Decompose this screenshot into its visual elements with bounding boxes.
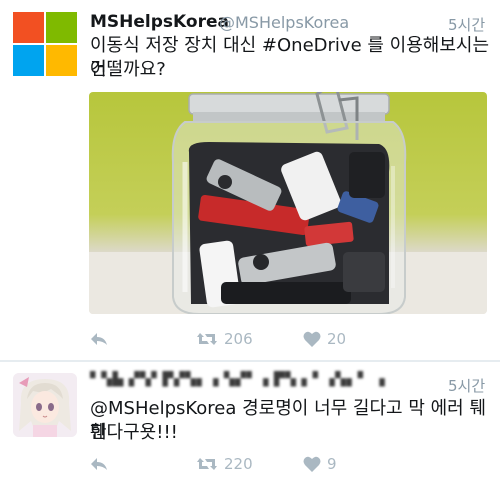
timestamp[interactable]: 5시간 <box>448 14 485 35</box>
retweet-count: 220 <box>224 455 253 473</box>
reply-button[interactable] <box>90 456 108 472</box>
retweet-icon <box>197 333 217 345</box>
like-count: 9 <box>327 455 337 473</box>
like-button[interactable]: 9 <box>303 455 337 473</box>
logo-red-square <box>13 12 44 43</box>
logo-yellow-square <box>46 45 77 76</box>
blurred-display-name[interactable]: ▘▚▙ ▞▚▘▛▞▚▖▗ ▚▞▘▗ ▛▚ ▖▘▗▚▖▘ ▗ ▘ ▝ <box>90 371 390 387</box>
tweet[interactable]: MSHelpsKorea @MSHelpsKorea 5시간 이동식 저장 장치… <box>0 0 500 360</box>
reply-button[interactable] <box>90 331 108 347</box>
like-button[interactable]: 20 <box>303 330 346 348</box>
retweet-button[interactable]: 206 <box>196 330 253 348</box>
heart-icon <box>303 331 321 347</box>
tweet-text-line-2: 어떨까요? <box>90 59 166 80</box>
anime-character-icon <box>13 373 77 437</box>
microsoft-logo-avatar[interactable] <box>13 12 77 76</box>
reply-icon <box>91 458 107 470</box>
like-count: 20 <box>327 330 347 348</box>
logo-green-square <box>46 12 77 43</box>
logo-blue-square <box>13 45 44 76</box>
timestamp[interactable]: 5시간 <box>448 375 485 396</box>
usb-jar-illustration <box>89 92 487 314</box>
anime-character-avatar[interactable] <box>13 373 77 437</box>
retweet-count: 206 <box>224 330 253 348</box>
display-name[interactable]: MSHelpsKorea <box>90 12 229 32</box>
reply-text-line-2: 한다구욧!!! <box>90 422 178 443</box>
user-handle[interactable]: @MSHelpsKorea <box>219 13 349 32</box>
retweet-icon <box>197 458 217 470</box>
retweet-button[interactable]: 220 <box>196 455 253 473</box>
heart-icon <box>303 456 321 472</box>
reply-icon <box>91 333 107 345</box>
tweet-photo[interactable] <box>89 92 487 314</box>
